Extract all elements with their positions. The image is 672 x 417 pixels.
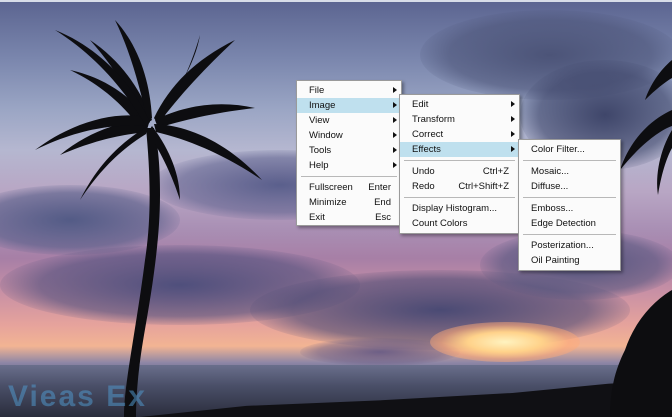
menu-item-minimize[interactable]: Minimize End [297,195,401,210]
menu-item-undo[interactable]: Undo Ctrl+Z [400,164,519,179]
menu-item-diffuse[interactable]: Diffuse... [519,179,620,194]
menu-item-color-filter[interactable]: Color Filter... [519,142,620,157]
submenu-arrow-icon [511,131,515,137]
menu-item-label: Fullscreen [309,182,353,193]
effects-submenu: Color Filter... Mosaic... Diffuse... Emb… [518,139,621,271]
menu-item-label: Image [309,100,336,111]
main-context-menu: File Image View Window Tools Help Fullsc… [296,80,402,226]
menu-item-label: File [309,85,325,96]
menu-item-label: Count Colors [412,218,468,229]
menu-item-label: Undo [412,166,435,177]
menu-item-window[interactable]: Window [297,128,401,143]
menu-item-image[interactable]: Image [297,98,401,113]
menu-separator [404,197,515,198]
menu-item-effects[interactable]: Effects [400,142,519,157]
menu-item-label: Tools [309,145,332,156]
submenu-arrow-icon [393,102,397,108]
menu-separator [404,160,515,161]
submenu-arrow-icon [393,87,397,93]
submenu-arrow-icon [511,101,515,107]
watermark-text: Vieas Ex [8,380,147,413]
menu-item-label: Color Filter... [531,144,585,155]
menu-separator [523,160,616,161]
menu-separator [523,234,616,235]
menu-item-transform[interactable]: Transform [400,112,519,127]
menu-item-label: Display Histogram... [412,203,497,214]
menu-item-count-colors[interactable]: Count Colors [400,216,519,231]
menu-item-label: Posterization... [531,240,594,251]
menu-item-shortcut: End [374,197,391,208]
submenu-arrow-icon [393,132,397,138]
menu-item-exit[interactable]: Exit Esc [297,210,401,225]
menu-item-label: Redo [412,181,435,192]
submenu-arrow-icon [511,146,515,152]
menu-item-label: View [309,115,330,126]
menu-item-tools[interactable]: Tools [297,143,401,158]
menu-item-label: Oil Painting [531,255,580,266]
menu-item-shortcut: Ctrl+Shift+Z [458,181,509,192]
menu-item-shortcut: Ctrl+Z [482,166,509,177]
menu-item-shortcut: Enter [368,182,391,193]
menu-item-posterization[interactable]: Posterization... [519,238,620,253]
menu-item-fullscreen[interactable]: Fullscreen Enter [297,180,401,195]
menu-item-help[interactable]: Help [297,158,401,173]
menu-item-label: Mosaic... [531,166,570,177]
menu-item-emboss[interactable]: Emboss... [519,201,620,216]
menu-item-edit[interactable]: Edit [400,97,519,112]
menu-item-correct[interactable]: Correct [400,127,519,142]
menu-separator [523,197,616,198]
menu-item-mosaic[interactable]: Mosaic... [519,164,620,179]
submenu-arrow-icon [393,117,397,123]
menu-item-label: Transform [412,114,455,125]
menu-item-label: Emboss... [531,203,574,214]
submenu-arrow-icon [393,162,397,168]
submenu-arrow-icon [511,116,515,122]
menu-item-label: Exit [309,212,325,223]
menu-item-oil-painting[interactable]: Oil Painting [519,253,620,268]
menu-item-label: Correct [412,129,444,140]
menu-item-redo[interactable]: Redo Ctrl+Shift+Z [400,179,519,194]
submenu-arrow-icon [393,147,397,153]
menu-item-label: Help [309,160,329,171]
menu-separator [301,176,397,177]
menu-item-label: Effects [412,144,441,155]
menu-item-view[interactable]: View [297,113,401,128]
menu-item-label: Diffuse... [531,181,569,192]
menu-item-edge-detection[interactable]: Edge Detection [519,216,620,231]
menu-item-label: Edit [412,99,429,110]
image-submenu: Edit Transform Correct Effects Undo Ctrl… [399,94,520,234]
menu-item-shortcut: Esc [375,212,391,223]
menu-item-display-histogram[interactable]: Display Histogram... [400,201,519,216]
menu-item-label: Minimize [309,197,347,208]
menu-item-label: Edge Detection [531,218,596,229]
menu-item-file[interactable]: File [297,83,401,98]
menu-item-label: Window [309,130,343,141]
